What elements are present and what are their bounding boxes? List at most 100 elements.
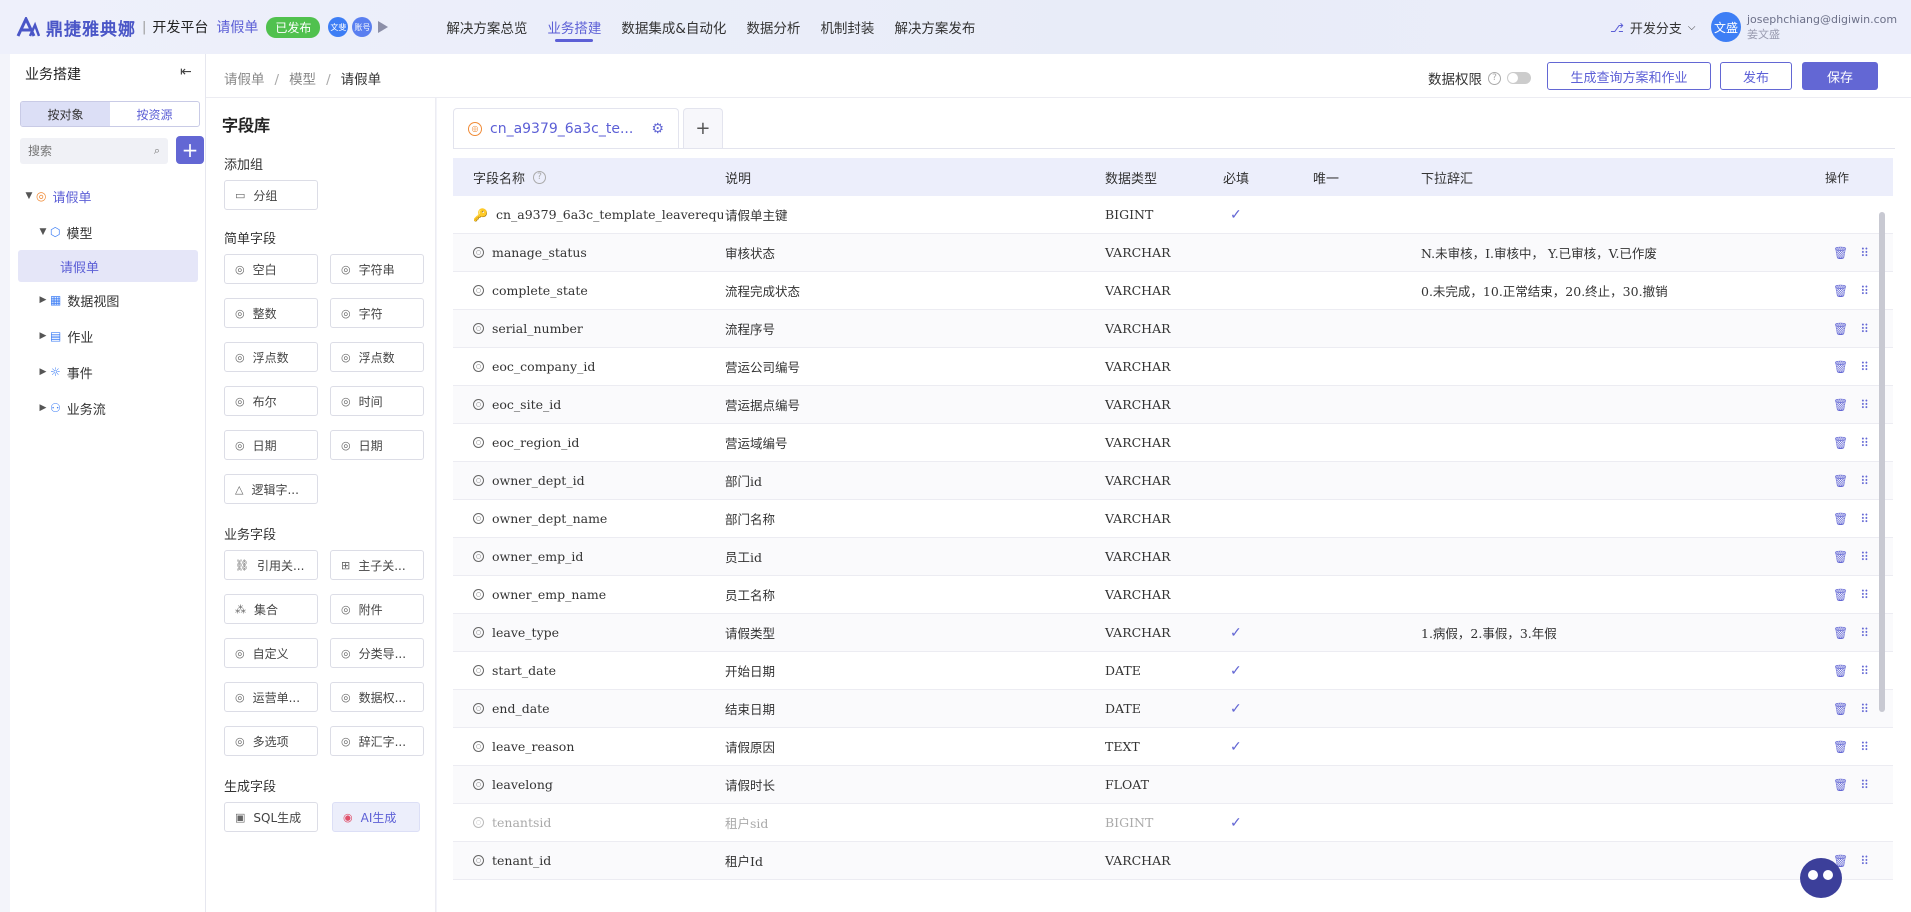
scrollbar[interactable] [1877, 158, 1887, 858]
field-data-permission[interactable]: ◎ 数据权... [330, 682, 424, 712]
drag-handle-icon[interactable]: ⠿ [1860, 626, 1869, 640]
field-integer[interactable]: ◎ 整数 [224, 298, 318, 328]
drag-handle-icon[interactable]: ⠿ [1860, 588, 1869, 602]
field-boolean[interactable]: ◎ 布尔 [224, 386, 318, 416]
field-multi-select[interactable]: ◎ 多选项 [224, 726, 318, 756]
tree-node-job[interactable]: ▶ ▤ 作业 [10, 318, 206, 354]
table-row[interactable]: ○ owner_emp_id 员工id VARCHAR 🗑 ⠿ [453, 538, 1893, 576]
delete-icon[interactable]: 🗑 [1833, 474, 1848, 488]
toggle-by-object[interactable]: 按对象 [21, 102, 110, 126]
cell-required-check[interactable]: ✓ [1230, 207, 1242, 223]
caret-right-icon[interactable]: ▶ [36, 331, 50, 341]
drag-handle-icon[interactable]: ⠿ [1860, 512, 1869, 526]
tree-node-root[interactable]: ▼ ◎ 请假单 [10, 178, 206, 214]
drag-handle-icon[interactable]: ⠿ [1860, 664, 1869, 678]
drag-handle-icon[interactable]: ⠿ [1860, 360, 1869, 374]
play-icon[interactable] [378, 21, 389, 33]
drag-handle-icon[interactable]: ⠿ [1860, 436, 1869, 450]
delete-icon[interactable]: 🗑 [1833, 550, 1848, 564]
nav-solution-publish[interactable]: 解决方案发布 [884, 0, 985, 54]
save-button[interactable]: 保存 [1802, 62, 1878, 90]
table-row[interactable]: ○ leavelong 请假时长 FLOAT 🗑 ⠿ [453, 766, 1893, 804]
table-row[interactable]: ○ leave_reason 请假原因 TEXT ✓ 🗑 ⠿ [453, 728, 1893, 766]
field-collection[interactable]: ⁂ 集合 [224, 594, 318, 624]
tree-node-model[interactable]: ▼ ⬡ 模型 [10, 214, 206, 250]
user-menu[interactable]: 文盛 josephchiang@digiwin.com 姜文盛 [1711, 12, 1897, 42]
toggle-by-resource[interactable]: 按资源 [110, 102, 199, 126]
delete-icon[interactable]: 🗑 [1833, 436, 1848, 450]
table-row[interactable]: ○ owner_dept_id 部门id VARCHAR 🗑 ⠿ [453, 462, 1893, 500]
drag-handle-icon[interactable]: ⠿ [1860, 778, 1869, 792]
drag-handle-icon[interactable]: ⠿ [1860, 702, 1869, 716]
table-row[interactable]: ○ eoc_region_id 营运域编号 VARCHAR 🗑 ⠿ [453, 424, 1893, 462]
field-string[interactable]: ◎ 字符串 [330, 254, 424, 284]
caret-right-icon[interactable]: ▶ [36, 367, 50, 377]
table-row[interactable]: ○ tenant_id 租户Id VARCHAR 🗑 ⠿ [453, 842, 1893, 880]
drag-handle-icon[interactable]: ⠿ [1860, 322, 1869, 336]
table-row[interactable]: ○ eoc_site_id 营运据点编号 VARCHAR 🗑 ⠿ [453, 386, 1893, 424]
delete-icon[interactable]: 🗑 [1833, 360, 1848, 374]
avatar[interactable]: 账号 [352, 17, 373, 37]
field-master-detail[interactable]: ⊞ 主子关... [330, 550, 424, 580]
table-row[interactable]: ○ tenantsid 租户sid BIGINT ✓ [453, 804, 1893, 842]
breadcrumb-item[interactable]: 请假单 [224, 72, 265, 88]
tree-node-flow[interactable]: ▶ ⚇ 业务流 [10, 390, 206, 426]
table-row[interactable]: ○ leave_type 请假类型 VARCHAR ✓ 1.病假，2.事假，3.年假 🗑 ⠿ [453, 614, 1893, 652]
add-tab-button[interactable]: + [682, 108, 723, 148]
tree-node-model-child[interactable]: 请假单 [18, 250, 198, 282]
field-attachment[interactable]: ◎ 附件 [330, 594, 424, 624]
field-ai-generate[interactable]: ◉ AI生成 [332, 802, 420, 832]
current-app[interactable]: 请假单 [216, 17, 258, 37]
nav-data-analysis[interactable]: 数据分析 [736, 0, 810, 54]
settings-icon[interactable]: ⚙ [651, 121, 664, 137]
drag-handle-icon[interactable]: ⠿ [1860, 284, 1869, 298]
delete-icon[interactable]: 🗑 [1833, 398, 1848, 412]
caret-right-icon[interactable]: ▶ [36, 295, 50, 305]
delete-icon[interactable]: 🗑 [1833, 664, 1848, 678]
field-category[interactable]: ◎ 分类导... [330, 638, 424, 668]
field-time[interactable]: ◎ 时间 [330, 386, 424, 416]
table-row[interactable]: ○ start_date 开始日期 DATE ✓ 🗑 ⠿ [453, 652, 1893, 690]
logo[interactable]: 鼎捷雅典娜 [16, 15, 136, 40]
branch-selector[interactable]: ⎇ 开发分支 ⌵ [1610, 18, 1695, 38]
table-row[interactable]: ○ owner_dept_name 部门名称 VARCHAR 🗑 ⠿ [453, 500, 1893, 538]
field-date[interactable]: ◎ 日期 [224, 430, 318, 460]
table-row[interactable]: ○ owner_emp_name 员工名称 VARCHAR 🗑 ⠿ [453, 576, 1893, 614]
delete-icon[interactable]: 🗑 [1833, 778, 1848, 792]
drag-handle-icon[interactable]: ⠿ [1860, 740, 1869, 754]
search-input[interactable] [28, 144, 154, 158]
tree-node-data-view[interactable]: ▶ ▦ 数据视图 [10, 282, 206, 318]
scrollbar-thumb[interactable] [1879, 212, 1885, 712]
cell-required-check[interactable]: ✓ [1230, 701, 1242, 717]
field-float-2[interactable]: ◎ 浮点数 [330, 342, 424, 372]
publish-button[interactable]: 发布 [1720, 62, 1792, 90]
nav-data-integration[interactable]: 数据集成&自动化 [611, 0, 736, 54]
tree-node-event[interactable]: ▶ ☼ 事件 [10, 354, 206, 390]
caret-down-icon[interactable]: ▼ [22, 191, 36, 201]
drag-handle-icon[interactable]: ⠿ [1860, 474, 1869, 488]
field-custom[interactable]: ◎ 自定义 [224, 638, 318, 668]
nav-solution-overview[interactable]: 解决方案总览 [436, 0, 537, 54]
breadcrumb-item[interactable]: 模型 [289, 72, 316, 88]
delete-icon[interactable]: 🗑 [1833, 588, 1848, 602]
help-icon[interactable]: ? [533, 170, 547, 184]
cell-required-check[interactable]: ✓ [1230, 663, 1242, 679]
field-operation-unit[interactable]: ◎ 运营单... [224, 682, 318, 712]
delete-icon[interactable]: 🗑 [1833, 740, 1848, 754]
field-group[interactable]: ▭ 分组 [224, 180, 318, 210]
drag-handle-icon[interactable]: ⠿ [1860, 854, 1869, 868]
delete-icon[interactable]: 🗑 [1833, 246, 1848, 260]
avatar[interactable]: 文斐 [328, 17, 349, 37]
cell-required-check[interactable]: ✓ [1230, 739, 1242, 755]
delete-icon[interactable]: 🗑 [1833, 284, 1848, 298]
field-blank[interactable]: ◎ 空白 [224, 254, 318, 284]
field-char[interactable]: ◎ 字符 [330, 298, 424, 328]
field-reference[interactable]: ⛓ 引用关... [224, 550, 318, 580]
field-date-2[interactable]: ◎ 日期 [330, 430, 424, 460]
field-float[interactable]: ◎ 浮点数 [224, 342, 318, 372]
search-icon[interactable]: ⌕ [154, 144, 160, 158]
table-row[interactable]: 🔑 cn_a9379_6a3c_template_leaverequest...请… [453, 196, 1893, 234]
data-permission-switch[interactable] [1507, 72, 1531, 84]
tab-model[interactable]: ◎ cn_a9379_6a3c_te... ⚙ [453, 108, 679, 148]
nav-mechanism[interactable]: 机制封装 [810, 0, 884, 54]
